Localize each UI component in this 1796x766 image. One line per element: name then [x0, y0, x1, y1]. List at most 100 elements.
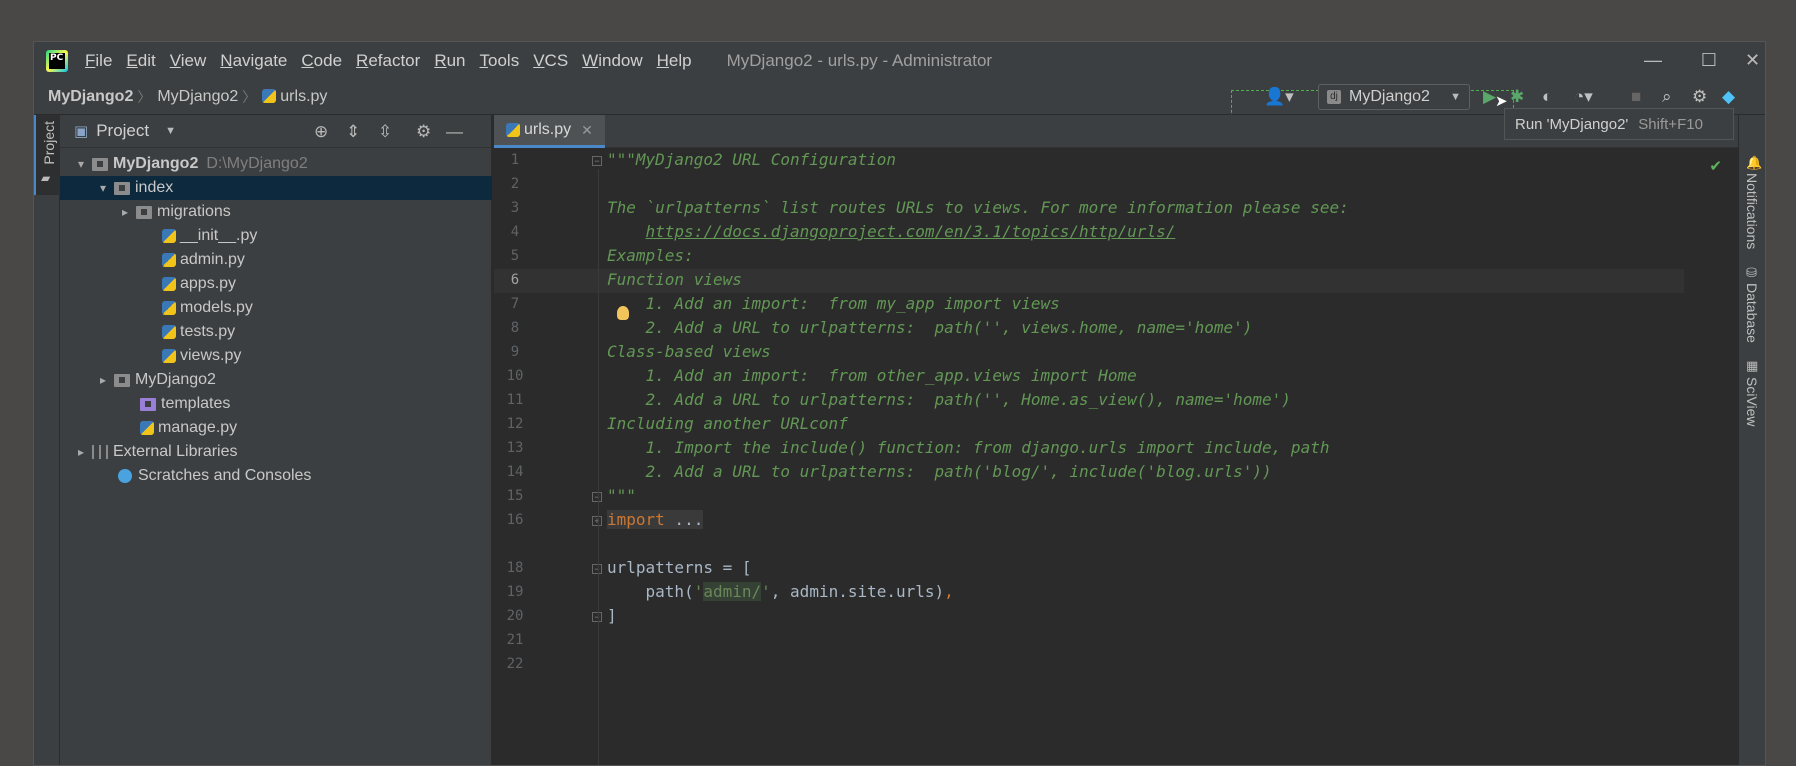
menu-item[interactable]: File [85, 51, 112, 71]
folded-imports[interactable]: import ... [607, 510, 704, 529]
menu-item[interactable]: Help [657, 51, 692, 71]
menu-item[interactable]: Navigate [220, 51, 287, 71]
tree-item[interactable]: ▾ index [60, 176, 492, 200]
menu-item[interactable]: Tools [480, 51, 520, 71]
chevron-right-icon[interactable]: ▸ [118, 205, 132, 219]
maximize-button[interactable]: ☐ [1680, 42, 1738, 79]
stop-icon[interactable]: ■ [1631, 87, 1641, 107]
ide-window: PC File Edit View Navigate Code Refactor Run To… [33, 41, 1766, 766]
django-icon: dj [1327, 90, 1341, 104]
code-line: Including another URLconf [607, 414, 848, 433]
fold-marker-icon[interactable]: − [592, 564, 602, 574]
tab-database[interactable]: Database [1744, 283, 1760, 343]
run-tooltip: Run 'MyDjango2' Shift+F10 [1504, 108, 1734, 140]
right-tool-strip: 🔔 Notifications ⛁ Database ▦ SciView [1738, 115, 1765, 765]
menu-item[interactable]: Edit [126, 51, 155, 71]
code-line: 2. Add a URL to urlpatterns: path('blog/… [607, 462, 1272, 481]
code-line: The `urlpatterns` list routes URLs to vi… [607, 198, 1349, 217]
code-line: """MyDjango2 URL Configuration [607, 150, 896, 169]
folder-icon [114, 181, 130, 195]
close-tab-icon[interactable]: ✕ [581, 122, 593, 139]
gear-icon[interactable]: ⚙ [416, 122, 431, 142]
expand-all-icon[interactable]: ⇕ [346, 122, 360, 142]
run-configuration-select[interactable]: dj MyDjango2 ▼ [1318, 84, 1470, 110]
code-line: https://docs.djangoproject.com/en/3.1/to… [607, 220, 1176, 244]
debug-icon[interactable]: ✱ [1510, 87, 1524, 107]
tree-item-label: MyDjango2 [113, 155, 199, 172]
code-area[interactable]: """MyDjango2 URL Configuration The `urlp… [607, 148, 1727, 765]
python-file-icon [162, 349, 176, 363]
lightbulb-icon[interactable] [617, 306, 629, 320]
tab-sciview[interactable]: SciView [1744, 377, 1760, 427]
code-line: 1. Import the include() function: from d… [607, 438, 1330, 457]
python-file-icon [162, 301, 176, 315]
chevron-right-icon[interactable]: ▸ [96, 373, 110, 387]
tree-item[interactable]: models.py [60, 296, 492, 320]
tree-item-label: apps.py [180, 275, 237, 292]
jetbrains-icon[interactable]: ◆ [1722, 87, 1735, 107]
code-line: 2. Add a URL to urlpatterns: path('', vi… [607, 318, 1253, 337]
menu-item[interactable]: Run [434, 51, 465, 71]
tree-item[interactable]: manage.py [60, 416, 492, 440]
hide-icon[interactable]: — [446, 122, 463, 142]
code-line: urlpatterns = [ [607, 558, 752, 577]
fold-marker-icon[interactable]: − [592, 612, 602, 622]
tab-urls-py[interactable]: urls.py ✕ [494, 115, 605, 148]
menu-item[interactable]: VCS [533, 51, 568, 71]
menu-item[interactable]: Refactor [356, 51, 420, 71]
fold-marker-icon[interactable]: − [592, 492, 602, 502]
line-number: 22 [506, 656, 524, 672]
tree-item[interactable]: ▸ External Libraries [60, 440, 492, 464]
menu-item[interactable]: Code [301, 51, 342, 71]
tree-item[interactable]: tests.py [60, 320, 492, 344]
breadcrumb-project[interactable]: MyDjango2 [48, 88, 133, 106]
settings-icon[interactable]: ⚙ [1692, 87, 1707, 107]
tree-item[interactable]: ▾ MyDjango2 D:\MyDjango2 [60, 152, 492, 176]
search-icon[interactable]: ⌕ [1662, 87, 1672, 107]
tree-item[interactable]: ▸ migrations [60, 200, 492, 224]
line-number: 20 [506, 608, 524, 624]
tree-item-label: __init__.py [180, 227, 258, 244]
tree-item-label: manage.py [158, 419, 238, 436]
editor: urls.py ✕ 1 2 3 4 5 6 7 8 9 10 11 12 13 14 15 16 18 19 20 2… [494, 115, 1738, 765]
docs-link[interactable]: https://docs.djangoproject.com/en/3.1/to… [646, 222, 1176, 241]
tree-item-label: views.py [180, 347, 242, 364]
tree-item[interactable]: __init__.py [60, 224, 492, 248]
tree-item-label: models.py [180, 299, 253, 316]
fold-marker-icon[interactable]: − [592, 156, 602, 166]
chevron-down-icon[interactable]: ▼ [165, 125, 176, 137]
line-number: 12 [506, 416, 524, 432]
close-window-button[interactable]: ✕ [1738, 42, 1765, 79]
code-line: """ [607, 486, 636, 505]
breadcrumb-package[interactable]: MyDjango2 [157, 88, 238, 106]
menu-item[interactable]: View [170, 51, 207, 71]
locate-icon[interactable]: ⊕ [314, 122, 328, 142]
bell-icon: 🔔 [1746, 155, 1763, 170]
tree-item[interactable]: views.py [60, 344, 492, 368]
tab-notifications[interactable]: Notifications [1744, 173, 1760, 249]
chevron-down-icon[interactable]: ▾ [74, 157, 88, 171]
fold-marker-icon[interactable]: + [592, 516, 602, 526]
user-icon[interactable]: 👤▾ [1264, 87, 1294, 107]
minimize-button[interactable]: — [1624, 42, 1682, 79]
tree-item[interactable]: admin.py [60, 248, 492, 272]
tree-item[interactable]: templates [60, 392, 492, 416]
tree-item[interactable]: apps.py [60, 272, 492, 296]
line-number: 19 [506, 584, 524, 600]
tree-item[interactable]: Scratches and Consoles [60, 464, 492, 488]
project-panel-header: ▣ Project ▼ ⊕ ⇕ ⇳ ⚙ — [60, 115, 491, 148]
collapse-all-icon[interactable]: ⇳ [378, 122, 392, 142]
coverage-icon[interactable]: ◐ [1542, 87, 1552, 107]
profile-icon[interactable]: ◔▾ [1574, 87, 1593, 107]
python-file-icon [162, 229, 176, 243]
chevron-down-icon[interactable]: ▾ [96, 181, 110, 195]
code-line: 1. Add an import: from other_app.views i… [607, 366, 1137, 385]
breadcrumb-file[interactable]: urls.py [262, 88, 327, 106]
no-problems-check-icon[interactable]: ✔ [1709, 157, 1722, 175]
database-icon: ⛁ [1746, 265, 1757, 280]
chevron-right-icon[interactable]: ▸ [74, 445, 88, 459]
menu-item[interactable]: Window [582, 51, 642, 71]
tree-item[interactable]: ▸ MyDjango2 [60, 368, 492, 392]
library-icon [92, 445, 108, 459]
tree-item-label: MyDjango2 [135, 371, 216, 388]
